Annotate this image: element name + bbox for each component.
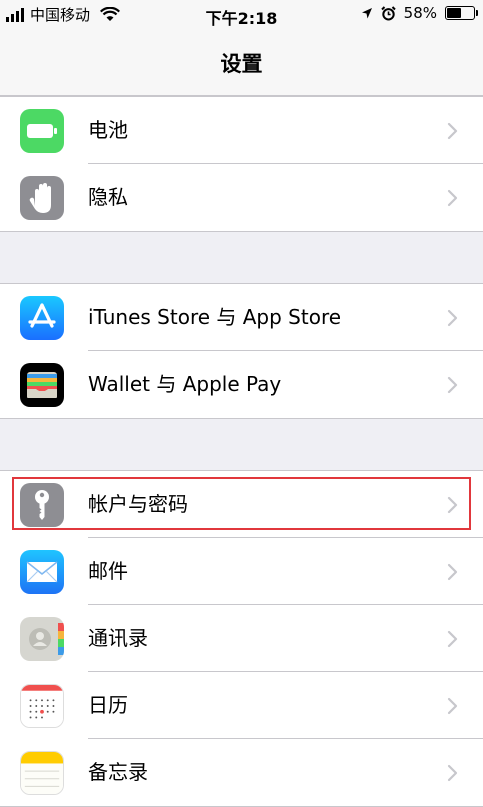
settings-row-accounts-passwords[interactable]: 帐户与密码: [0, 471, 483, 538]
row-label: 备忘录: [88, 760, 148, 784]
battery-icon: [445, 6, 478, 20]
calendar-icon: [20, 684, 64, 728]
chevron-right-icon: [447, 376, 458, 394]
row-label: Wallet 与 Apple Pay: [88, 372, 282, 396]
page-title: 设置: [220, 52, 263, 76]
status-right: 58%: [361, 4, 478, 22]
settings-row-itunes-app-store[interactable]: iTunes Store 与 App Store: [0, 284, 483, 351]
settings-group-3: 帐户与密码 邮件 通讯录 日历 备忘录: [0, 470, 483, 807]
hand-icon: [20, 176, 64, 220]
chevron-right-icon: [447, 309, 458, 327]
settings-group-1: 电池 隐私: [0, 96, 483, 232]
battery-fill: [447, 8, 461, 18]
chevron-right-icon: [447, 764, 458, 782]
row-label: 隐私: [88, 185, 128, 209]
nav-bar: 设置: [0, 30, 483, 96]
row-label: 帐户与密码: [88, 492, 188, 516]
settings-row-contacts[interactable]: 通讯录: [0, 605, 483, 672]
settings-group-2: iTunes Store 与 App Store Wallet 与 Apple …: [0, 283, 483, 419]
row-label: 日历: [88, 693, 128, 717]
location-icon: [361, 7, 372, 18]
settings-row-wallet-apple-pay[interactable]: Wallet 与 Apple Pay: [0, 351, 483, 418]
chevron-right-icon: [447, 563, 458, 581]
battery-percent: 58%: [403, 4, 437, 22]
row-label: iTunes Store 与 App Store: [88, 305, 342, 329]
chevron-right-icon: [447, 697, 458, 715]
wallet-icon: [20, 363, 64, 407]
mail-icon: [20, 550, 64, 594]
row-label: 电池: [88, 118, 128, 142]
chevron-right-icon: [447, 122, 458, 140]
settings-row-battery[interactable]: 电池: [0, 97, 483, 164]
chevron-right-icon: [447, 630, 458, 648]
settings-row-mail[interactable]: 邮件: [0, 538, 483, 605]
settings-row-notes[interactable]: 备忘录: [0, 739, 483, 806]
status-bar: 中国移动 下午2:18 58%: [0, 0, 483, 30]
settings-row-calendar[interactable]: 日历: [0, 672, 483, 739]
notes-icon: [20, 751, 64, 795]
chevron-right-icon: [447, 496, 458, 514]
settings-row-privacy[interactable]: 隐私: [0, 164, 483, 231]
contacts-icon: [20, 617, 64, 661]
row-label: 邮件: [88, 559, 128, 583]
app-store-icon: [20, 296, 64, 340]
alarm-icon: [380, 5, 396, 20]
key-icon: [20, 483, 64, 527]
chevron-right-icon: [447, 189, 458, 207]
row-label: 通讯录: [88, 626, 148, 650]
battery-icon: [20, 109, 64, 153]
